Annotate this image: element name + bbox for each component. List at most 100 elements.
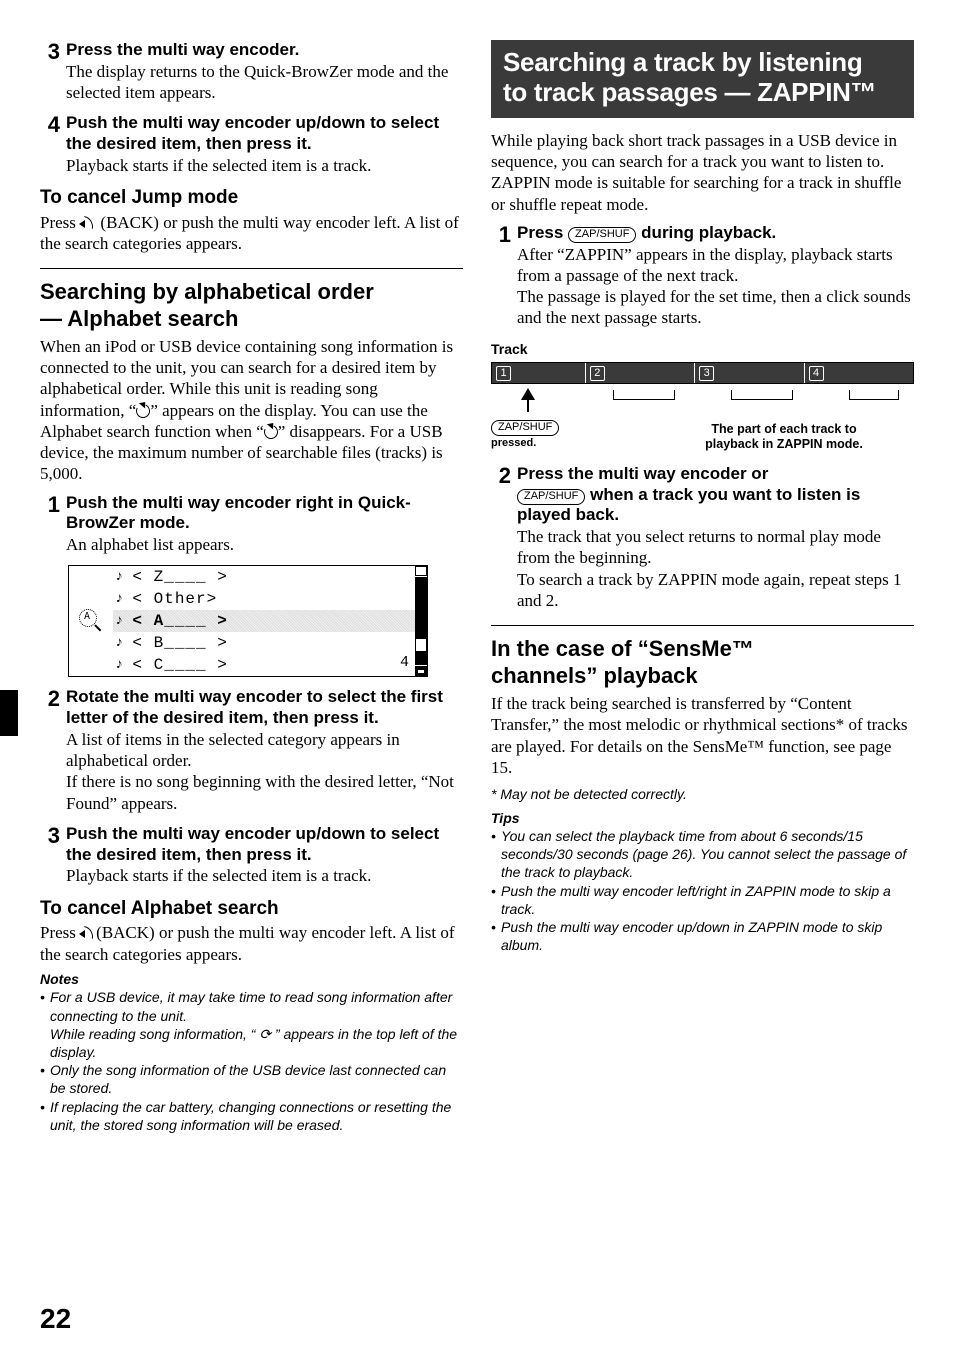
note-item: If replacing the car battery, changing c… <box>40 1098 463 1134</box>
lcd-row-text: < B____ > <box>132 633 227 653</box>
segment-number: 4 <box>809 366 824 381</box>
bracket-icon <box>849 390 899 400</box>
text-part: Press <box>40 923 80 942</box>
step-text: Playback starts if the selected item is … <box>66 155 463 176</box>
title-part: Press <box>517 223 568 242</box>
step-text: Playback starts if the selected item is … <box>66 865 463 886</box>
banner-line: Searching a track by listening <box>503 47 862 77</box>
lcd-counter: 4 <box>400 654 409 673</box>
track-segment: 3 <box>694 363 803 383</box>
note-icon: ♪ <box>115 591 124 609</box>
section-banner: Searching a track by listening to track … <box>491 40 914 118</box>
right-column: Searching a track by listening to track … <box>491 40 914 1134</box>
step-title: Push the multi way encoder up/down to se… <box>66 113 463 154</box>
lcd-scrollbar <box>415 566 427 676</box>
step-number: 4 <box>40 113 66 176</box>
lcd-row-text: < Other> <box>132 589 217 609</box>
note-icon: ♪ <box>115 635 124 653</box>
zappin-caption: The part of each track to playback in ZA… <box>654 422 914 452</box>
bracket-icon <box>731 390 793 400</box>
cancel-alpha-heading: To cancel Alphabet search <box>40 897 463 921</box>
track-row: 1 2 3 4 <box>491 362 914 384</box>
alpha-intro: When an iPod or USB device containing so… <box>40 336 463 485</box>
notes-list: For a USB device, it may take time to re… <box>40 988 463 1134</box>
zappin-step-1: 1 Press ZAP/SHUF during playback. After … <box>491 223 914 329</box>
text-part: Press <box>40 213 80 232</box>
banner-line: to track passages — ZAPPIN™ <box>503 77 876 107</box>
alpha-step-3: 3 Push the multi way encoder up/down to … <box>40 824 463 887</box>
tip-item: Push the multi way encoder left/right in… <box>491 882 914 918</box>
alpha-step-1: 1 Push the multi way encoder right in Qu… <box>40 493 463 556</box>
tip-item: Push the multi way encoder up/down in ZA… <box>491 918 914 954</box>
step-3: 3 Press the multi way encoder. The displ… <box>40 40 463 103</box>
step-number: 1 <box>40 493 66 556</box>
bracket-icon <box>613 390 675 400</box>
heading-line: — Alphabet search <box>40 306 238 331</box>
text-part: (BACK) or push the multi way encoder lef… <box>40 923 455 963</box>
divider <box>40 268 463 269</box>
zap-pressed-label: ZAP/SHUF pressed. <box>491 420 591 450</box>
step-number: 3 <box>40 824 66 887</box>
lcd-row: ♪ < B____ > <box>113 632 415 654</box>
lcd-icon-col: A <box>69 566 113 676</box>
step-number: 2 <box>491 464 517 611</box>
segment-number: 3 <box>699 366 714 381</box>
step-title: Push the multi way encoder right in Quic… <box>66 493 463 534</box>
step-title: Rotate the multi way encoder to select t… <box>66 687 463 728</box>
lcd-rows: ♪ < Z____ > ♪ < Other> ♪ < A____ > ♪ < B____… <box>113 566 415 676</box>
divider <box>491 625 914 626</box>
page-columns: 3 Press the multi way encoder. The displ… <box>40 40 914 1134</box>
banner-title: Searching a track by listening to track … <box>503 48 902 108</box>
title-part: during playback. <box>636 223 776 242</box>
zap-shuf-button: ZAP/SHUF <box>491 420 559 436</box>
lcd-row-text: < Z____ > <box>132 567 227 587</box>
left-column: 3 Press the multi way encoder. The displ… <box>40 40 463 1134</box>
cancel-alpha-text: Press (BACK) or push the multi way encod… <box>40 922 463 965</box>
title-part: Press the multi way encoder or <box>517 464 768 483</box>
segment-number: 2 <box>590 366 605 381</box>
tips-list: You can select the playback time from ab… <box>491 827 914 954</box>
step-4: 4 Push the multi way encoder up/down to … <box>40 113 463 176</box>
step-text: The display returns to the Quick-BrowZer… <box>66 61 463 104</box>
lcd-row: ♪ < Z____ > <box>113 566 415 588</box>
track-diagram: 1 2 3 4 ZAP/SHUF pressed. The part of ea… <box>491 362 914 456</box>
tip-item: You can select the playback time from ab… <box>491 827 914 882</box>
side-tab <box>0 690 18 736</box>
alpha-heading: Searching by alphabetical order — Alphab… <box>40 279 463 332</box>
footnote: * May not be detected correctly. <box>491 786 914 804</box>
step-text: A list of items in the selected category… <box>66 729 463 814</box>
track-segment: 2 <box>585 363 694 383</box>
alpha-step-2: 2 Rotate the multi way encoder to select… <box>40 687 463 813</box>
step-title: Press the multi way encoder or ZAP/SHUF … <box>517 464 914 526</box>
back-icon <box>80 927 96 939</box>
lcd-row-selected: ♪ < A____ > <box>113 610 415 632</box>
heading-line: In the case of “SensMe™ <box>491 636 754 661</box>
note-icon: ♪ <box>115 569 124 587</box>
step-title: Push the multi way encoder up/down to se… <box>66 824 463 865</box>
track-label: Track <box>491 341 914 359</box>
track-segment: 1 <box>492 363 585 383</box>
page-number: 22 <box>40 1301 71 1336</box>
lcd-row: ♪ < Other> <box>113 588 415 610</box>
track-under: ZAP/SHUF pressed. The part of each track… <box>491 386 914 456</box>
caption-line: playback in ZAPPIN mode. <box>705 437 863 451</box>
sensme-heading: In the case of “SensMe™ channels” playba… <box>491 636 914 689</box>
tips-heading: Tips <box>491 810 914 828</box>
lcd-row: ♪< C____ > <box>113 654 415 676</box>
step-number: 2 <box>40 687 66 813</box>
arrow-up-icon <box>521 388 535 400</box>
step-text: After “ZAPPIN” appears in the display, p… <box>517 244 914 329</box>
notes-heading: Notes <box>40 971 463 989</box>
step-title: Press the multi way encoder. <box>66 40 463 61</box>
lcd-display: A ♪ < Z____ > ♪ < Other> ♪ < A____ > ♪ < B__… <box>68 565 428 677</box>
zap-shuf-button: ZAP/SHUF <box>517 489 585 505</box>
note-icon: ♪ <box>115 613 124 631</box>
lcd-row-text: < A____ > <box>132 611 227 631</box>
zappin-step-2: 2 Press the multi way encoder or ZAP/SHU… <box>491 464 914 611</box>
step-number: 1 <box>491 223 517 329</box>
step-title: Press ZAP/SHUF during playback. <box>517 223 914 244</box>
step-text: An alphabet list appears. <box>66 534 463 555</box>
cancel-jump-heading: To cancel Jump mode <box>40 186 463 210</box>
sensme-text: If the track being searched is transferr… <box>491 693 914 778</box>
step-text: The track that you select returns to nor… <box>517 526 914 611</box>
